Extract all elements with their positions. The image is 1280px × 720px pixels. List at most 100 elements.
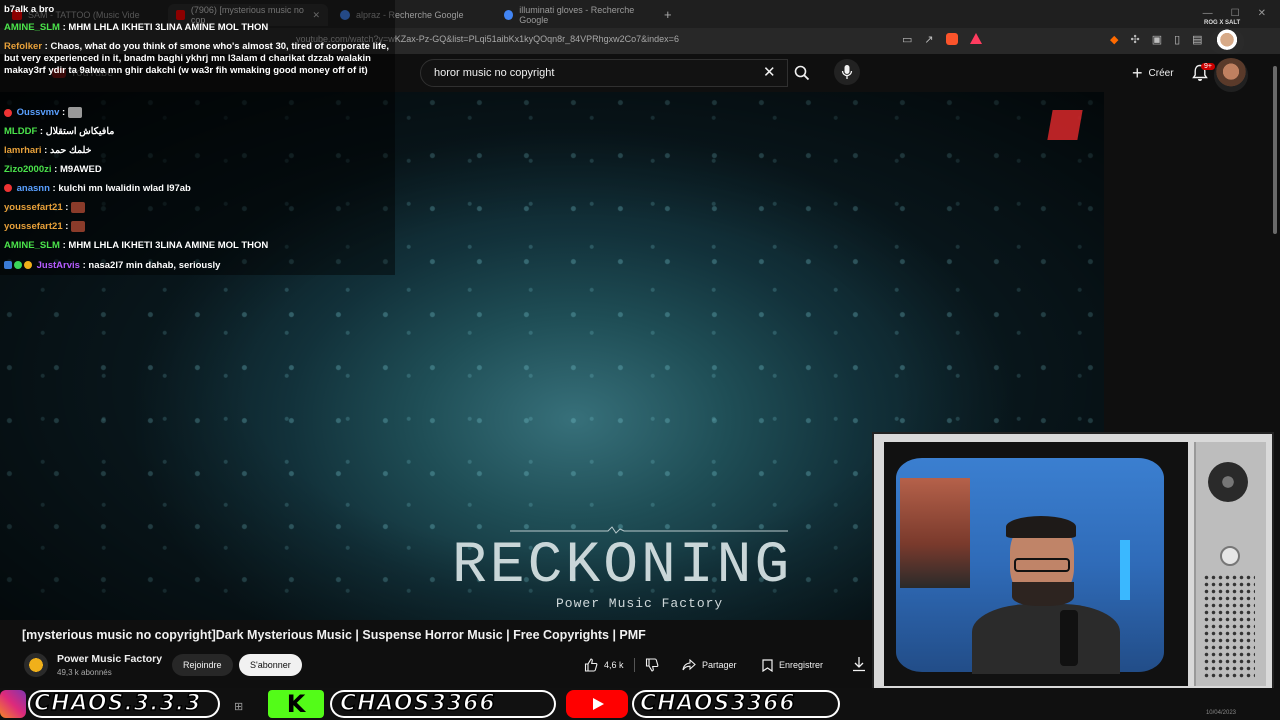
new-tab-plus-icon[interactable]: +	[664, 7, 672, 22]
clear-search-icon[interactable]: ✕	[763, 63, 776, 81]
screen-icon[interactable]: ▭	[902, 33, 912, 46]
tab-search-icon[interactable]: ▣	[1152, 33, 1162, 46]
streamer-beard	[1012, 582, 1074, 606]
share-page-icon[interactable]: ↗	[924, 33, 933, 46]
page-scrollbar[interactable]	[1273, 66, 1277, 234]
instagram-icon	[0, 690, 26, 718]
share-label: Partager	[702, 660, 737, 670]
task-view-icon[interactable]: ⊞	[234, 700, 243, 713]
account-avatar[interactable]	[1214, 58, 1248, 92]
chat-text: MHM LHLA IKHETI 3LINA AMINE MOL THON	[68, 22, 269, 33]
chat-username[interactable]: AMINE_SLM	[4, 22, 60, 33]
video-overlay-subtitle: Power Music Factory	[556, 596, 724, 611]
chat-message: AMINE_SLM : MHM LHLA IKHETI 3LINA AMINE …	[4, 22, 269, 33]
chat-message: youssefart21 :	[4, 221, 86, 233]
chat-username[interactable]: anasnn	[17, 183, 50, 194]
chat-message: anasnn : kulchi mn lwalidin wlad l97ab	[4, 183, 191, 195]
chat-message: Zizo2000zi : M9AWED	[4, 164, 102, 175]
save-label: Enregistrer	[779, 660, 824, 670]
chat-username[interactable]: Oussvmv	[17, 107, 60, 118]
webcam-led-light	[1120, 540, 1130, 600]
close-window-icon[interactable]: ✕	[1258, 8, 1266, 19]
channel-avatar[interactable]	[24, 653, 48, 677]
download-icon[interactable]	[852, 656, 866, 672]
search-button[interactable]	[788, 59, 816, 87]
chat-text: M9AWED	[59, 164, 102, 175]
search-input[interactable]: horor music no copyright	[434, 67, 554, 79]
maximize-icon[interactable]: ☐	[1231, 8, 1240, 19]
banner-handle-youtube: CHAOS3366	[639, 690, 796, 717]
thumbs-down-icon[interactable]	[645, 658, 659, 672]
chat-username[interactable]: JustArvis	[37, 260, 80, 271]
chat-header: b7alk a bro	[4, 4, 55, 15]
chat-badge-icon	[14, 261, 22, 270]
chat-username[interactable]: MLDDF	[4, 126, 37, 137]
chat-username[interactable]: lamrhari	[4, 145, 42, 156]
brave-rewards-icon[interactable]	[969, 33, 982, 44]
chat-text: مافيكاش استقلال	[45, 126, 115, 137]
streamer-microphone	[1060, 610, 1078, 666]
chat-username[interactable]: youssefart21	[4, 202, 63, 213]
wallet-icon[interactable]: ▤	[1192, 33, 1202, 46]
share-button[interactable]: Partager	[682, 654, 737, 676]
like-count[interactable]: 4,6 k	[604, 660, 624, 670]
chat-badge-icon	[4, 108, 12, 117]
subscribe-button[interactable]: S'abonner	[239, 654, 302, 676]
browser-profile-avatar[interactable]	[1210, 28, 1244, 54]
thumbs-up-icon[interactable]	[584, 658, 598, 672]
minimize-icon[interactable]: —	[1203, 8, 1213, 19]
chat-message: JustArvis : nasa2l7 min dahab, seriously	[4, 260, 220, 272]
save-button[interactable]: Enregistrer	[762, 654, 823, 676]
microphone-icon	[841, 65, 853, 79]
system-clock: 10/04/2023	[1205, 710, 1236, 716]
chat-emote-icon	[71, 202, 86, 213]
streamer-body	[972, 604, 1120, 674]
chat-emote-icon	[67, 107, 82, 118]
brave-shield-icon[interactable]	[945, 33, 958, 45]
channel-name[interactable]: Power Music Factory	[57, 653, 162, 665]
like-divider	[633, 658, 635, 672]
like-dislike-group: 4,6 k	[584, 654, 659, 676]
voice-search-button[interactable]	[834, 59, 860, 85]
window-controls: — ☐ ✕	[1203, 8, 1266, 19]
tv-channel-dial-icon	[1208, 462, 1248, 502]
chat-badge-icon	[24, 261, 32, 270]
tv-volume-knob-icon	[1220, 546, 1240, 566]
youtube-logo-icon	[566, 690, 628, 718]
google-favicon-icon	[504, 10, 514, 20]
chat-badge-icon	[4, 184, 12, 193]
chat-username[interactable]: Zizo2000zi	[4, 164, 52, 175]
search-icon	[794, 65, 810, 81]
chat-username[interactable]: AMINE_SLM	[4, 240, 60, 251]
video-watermark-logo	[1047, 110, 1083, 140]
chat-emote-icon	[71, 221, 86, 232]
subscriber-count: 49,3 k abonnés	[57, 668, 112, 677]
tab-illuminati-gloves[interactable]: illuminati gloves - Recherche Google	[496, 4, 662, 26]
chat-username[interactable]: Refolker	[4, 41, 42, 52]
kick-logo-icon: K	[268, 690, 324, 718]
streamer-glasses	[1014, 558, 1070, 572]
extensions-puzzle-icon[interactable]: ✣	[1130, 33, 1139, 46]
extension-fox-icon[interactable]: ◆	[1110, 33, 1118, 46]
create-button[interactable]: + Créer	[1124, 59, 1182, 87]
chat-text: kulchi mn lwalidin wlad l97ab	[58, 183, 191, 194]
chat-username[interactable]: youssefart21	[4, 221, 63, 232]
tab-label: illuminati gloves - Recherche Google	[519, 5, 635, 25]
bookmark-icon	[762, 658, 773, 672]
chat-text: خلمك حمد	[49, 145, 92, 156]
video-title: [mysterious music no copyright]Dark Myst…	[22, 628, 646, 642]
webcam-background-shelf	[900, 478, 970, 588]
youtube-play-triangle-icon	[593, 698, 604, 710]
chat-message: youssefart21 :	[4, 202, 86, 214]
chat-text: Chaos, what do you think of smone who's …	[4, 41, 389, 76]
address-bar-actions: ▭ ↗	[902, 33, 982, 46]
chat-message: Oussvmv :	[4, 107, 82, 119]
sidebar-icon[interactable]: ▯	[1174, 33, 1180, 46]
notification-count-badge: 9+	[1201, 63, 1215, 70]
banner-handle-instagram: CHAOS.3.3.3	[33, 690, 202, 717]
chat-message: AMINE_SLM : MHM LHLA IKHETI 3LINA AMINE …	[4, 240, 269, 251]
join-button[interactable]: Rejoindre	[172, 654, 233, 676]
create-label: Créer	[1148, 67, 1174, 79]
video-overlay-title: RECKONING	[452, 534, 793, 599]
chat-badge-icon	[4, 261, 12, 270]
